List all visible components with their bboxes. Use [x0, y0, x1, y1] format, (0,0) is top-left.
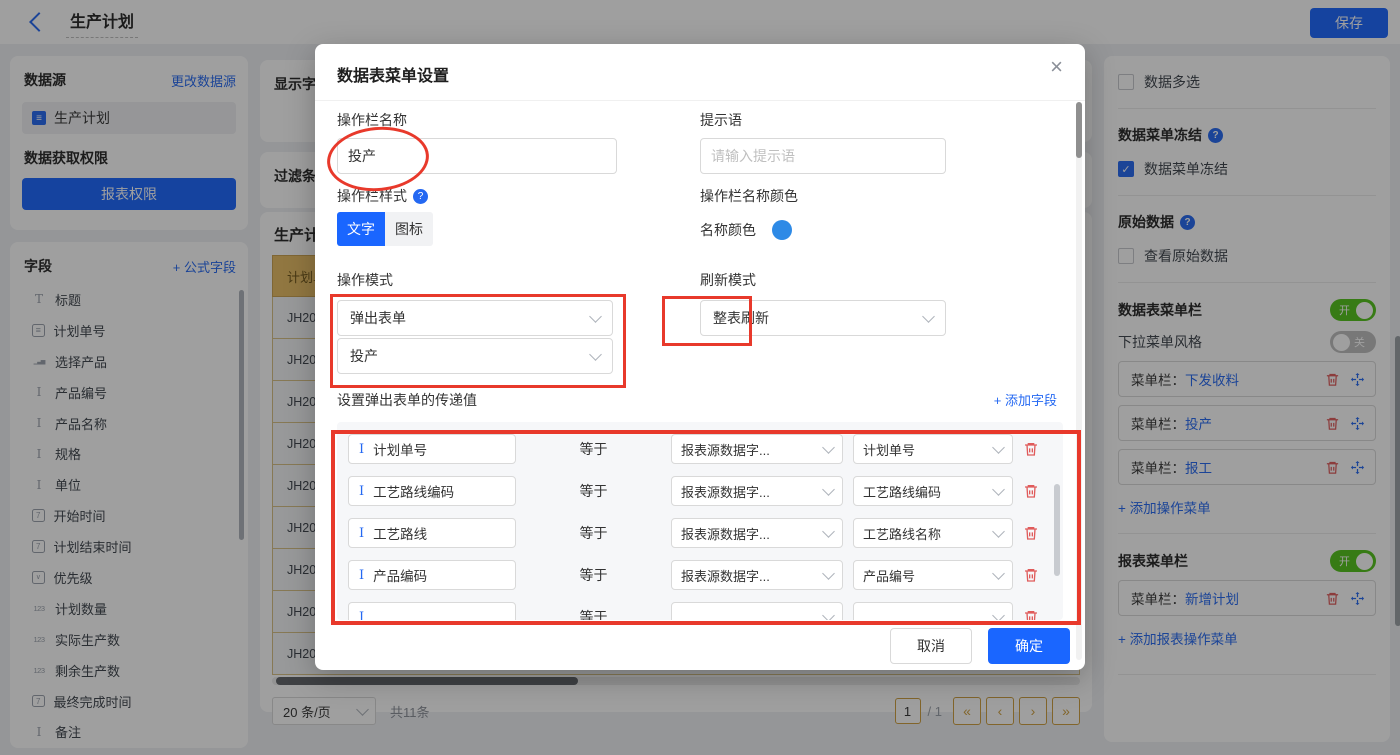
source-type-value: 报表源数据字...	[681, 566, 770, 585]
chevron-down-icon	[822, 441, 835, 454]
tab-text[interactable]: 文字	[337, 212, 385, 246]
transfer-field-input[interactable]: I 工艺路线编码	[348, 476, 516, 506]
source-type-select[interactable]: 报表源数据字...	[671, 476, 843, 506]
equals-label: 等于	[526, 439, 661, 459]
transfer-field-name: 计划单号	[373, 439, 427, 459]
source-field-value: 工艺路线名称	[863, 524, 941, 543]
equals-label: 等于	[526, 481, 661, 501]
transfer-values-panel: I 计划单号 等于 报表源数据字... 计划单号 I	[337, 422, 1063, 620]
op-mode-select[interactable]: 弹出表单	[337, 300, 613, 336]
equals-label: 等于	[526, 523, 661, 543]
modal-scrollbar-thumb[interactable]	[1076, 102, 1082, 158]
tip-input[interactable]	[700, 138, 946, 174]
equals-label: 等于	[526, 565, 661, 585]
op-target-value: 投产	[350, 346, 378, 366]
trash-icon[interactable]	[1023, 567, 1049, 583]
chevron-down-icon	[922, 310, 935, 323]
transfer-field-input[interactable]: I 工艺路线	[348, 518, 516, 548]
chevron-down-icon	[822, 483, 835, 496]
name-color-label: 名称颜色	[700, 220, 756, 240]
transfer-field-name: 工艺路线	[373, 523, 427, 543]
chevron-down-icon	[589, 348, 602, 361]
close-icon[interactable]: ×	[1050, 56, 1063, 78]
chevron-down-icon	[822, 609, 835, 620]
text-field-icon: I	[359, 442, 364, 457]
source-field-value: 工艺路线编码	[863, 482, 941, 501]
transfer-row: I 产品编码 等于 报表源数据字... 产品编号	[337, 560, 1063, 590]
op-mode-label: 操作模式	[337, 270, 393, 290]
transfer-field-input[interactable]: I 产品编码	[348, 560, 516, 590]
transfer-row: I 工艺路线编码 等于 报表源数据字... 工艺路线编码	[337, 476, 1063, 506]
refresh-mode-label: 刷新模式	[700, 270, 756, 290]
transfer-row: I 工艺路线 等于 报表源数据字... 工艺路线名称	[337, 518, 1063, 548]
source-type-select[interactable]: 报表源数据字...	[671, 434, 843, 464]
transfer-field-name: 工艺路线编码	[373, 481, 454, 501]
source-type-select[interactable]: 报表源数据字...	[671, 560, 843, 590]
style-label-row: 操作栏样式	[337, 186, 428, 206]
confirm-button[interactable]: 确定	[988, 628, 1070, 664]
action-name-input[interactable]	[337, 138, 617, 174]
transfer-field-input[interactable]: I	[348, 602, 516, 620]
refresh-mode-value: 整表刷新	[713, 308, 769, 328]
transfer-field-name: 产品编码	[373, 565, 427, 585]
dialog-title: 数据表菜单设置	[337, 62, 449, 86]
modal-scrollbar-track	[1076, 102, 1082, 660]
op-mode-value: 弹出表单	[350, 308, 406, 328]
source-field-select[interactable]: 产品编号	[853, 560, 1013, 590]
source-field-select[interactable]: 工艺路线名称	[853, 518, 1013, 548]
style-label: 操作栏样式	[337, 186, 407, 206]
help-icon[interactable]	[413, 189, 428, 204]
cancel-button[interactable]: 取消	[890, 628, 972, 664]
transfer-field-input[interactable]: I 计划单号	[348, 434, 516, 464]
transfer-row: I 计划单号 等于 报表源数据字... 计划单号	[337, 434, 1063, 464]
text-field-icon: I	[359, 568, 364, 583]
transfer-values-label: 设置弹出表单的传递值	[337, 390, 477, 410]
trash-icon[interactable]	[1023, 441, 1049, 457]
source-field-value: 计划单号	[863, 440, 915, 459]
chevron-down-icon	[992, 525, 1005, 538]
source-type-value: 报表源数据字...	[681, 440, 770, 459]
equals-label: 等于	[526, 607, 661, 620]
chevron-down-icon	[992, 483, 1005, 496]
chevron-down-icon	[822, 525, 835, 538]
op-target-select[interactable]: 投产	[337, 338, 613, 374]
screen: 生产计划 保存 数据源 更改数据源 生产计划 数据获取权限 报表权限 字段 + …	[0, 0, 1400, 755]
style-tabs: 文字 图标	[337, 212, 433, 246]
chevron-down-icon	[992, 441, 1005, 454]
tab-icon[interactable]: 图标	[385, 212, 433, 246]
source-type-value: 报表源数据字...	[681, 524, 770, 543]
refresh-mode-select[interactable]: 整表刷新	[700, 300, 946, 336]
text-field-icon: I	[359, 484, 364, 499]
source-field-select[interactable]: 计划单号	[853, 434, 1013, 464]
table-menu-settings-dialog: 数据表菜单设置 × 操作栏名称 提示语 操作栏样式 文字 图标 操作栏名称颜色 …	[315, 44, 1085, 670]
trash-icon[interactable]	[1023, 483, 1049, 499]
name-color-row: 名称颜色	[700, 220, 792, 240]
color-swatch[interactable]	[772, 220, 792, 240]
trash-icon[interactable]	[1023, 525, 1049, 541]
source-type-select[interactable]: 报表源数据字...	[671, 518, 843, 548]
source-type-select[interactable]	[671, 602, 843, 620]
transfer-row: I 等于	[337, 602, 1063, 620]
panel-scrollbar-thumb[interactable]	[1054, 484, 1060, 576]
source-field-value: 产品编号	[863, 566, 915, 585]
text-field-icon: I	[359, 526, 364, 541]
chevron-down-icon	[589, 310, 602, 323]
source-field-select[interactable]	[853, 602, 1013, 620]
source-type-value: 报表源数据字...	[681, 482, 770, 501]
name-color-section-label: 操作栏名称颜色	[700, 186, 798, 206]
chevron-down-icon	[992, 567, 1005, 580]
text-field-icon: I	[359, 610, 364, 621]
action-name-label: 操作栏名称	[337, 110, 407, 130]
add-field-link[interactable]: + 添加字段	[994, 390, 1057, 409]
chevron-down-icon	[822, 567, 835, 580]
header-divider	[315, 100, 1085, 101]
chevron-down-icon	[992, 609, 1005, 620]
trash-icon[interactable]	[1023, 609, 1049, 620]
tip-label: 提示语	[700, 110, 742, 130]
source-field-select[interactable]: 工艺路线编码	[853, 476, 1013, 506]
